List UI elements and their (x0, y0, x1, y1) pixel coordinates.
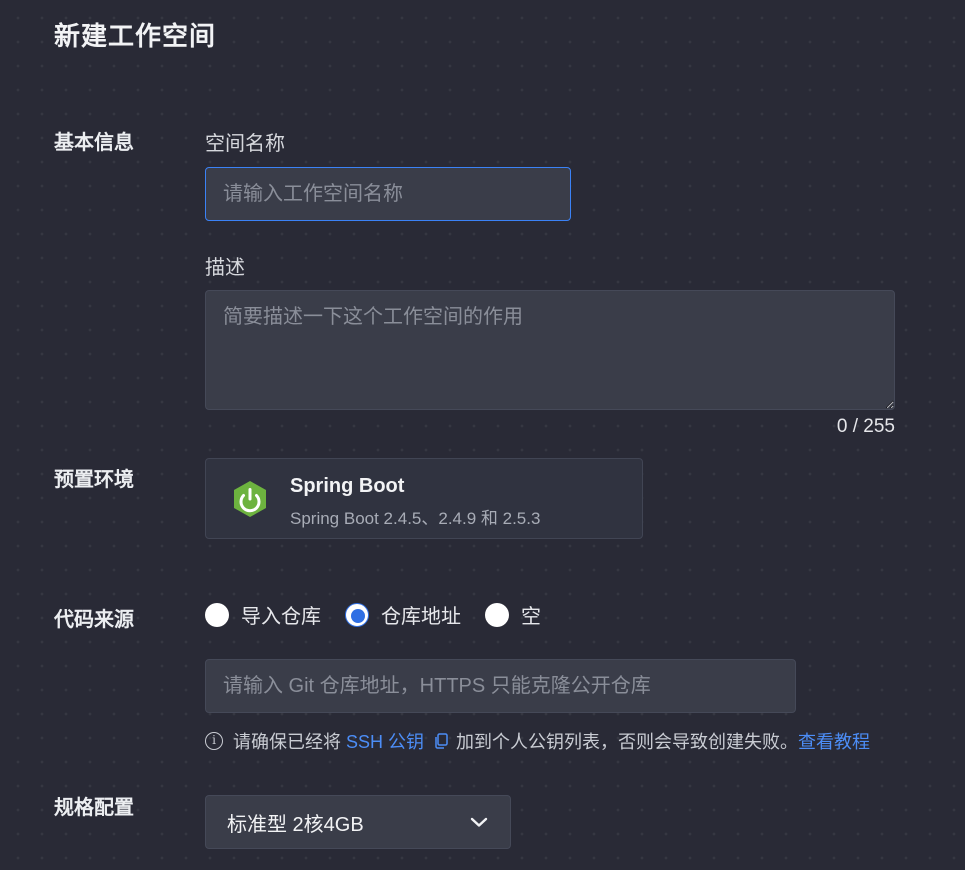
hint-suffix: 加到个人公钥列表，否则会导致创建失败。 (456, 732, 799, 752)
workspace-name-label: 空间名称 (205, 133, 285, 155)
spring-boot-power-icon (234, 481, 266, 517)
ssh-key-hint: i 请确保已经将 SSH 公钥 加到个人公钥列表，否则会导致创建失败。 查看教程 (205, 728, 870, 754)
radio-circle-empty[interactable] (485, 602, 509, 627)
page-title: 新建工作空间 (54, 21, 217, 51)
radio-import-repo[interactable]: 导入仓库 (205, 600, 321, 629)
radio-label-empty: 空 (521, 606, 541, 628)
env-card-title: Spring Boot (290, 475, 405, 497)
workspace-name-input[interactable] (205, 167, 571, 221)
repo-url-input[interactable] (205, 659, 796, 713)
radio-empty[interactable]: 空 (485, 600, 541, 629)
env-card-spring-boot[interactable]: Spring Boot Spring Boot 2.4.5、2.4.9 和 2.… (205, 458, 643, 539)
radio-circle-import-repo[interactable] (205, 602, 229, 627)
tutorial-link[interactable]: 查看教程 (798, 728, 870, 754)
description-textarea[interactable] (205, 290, 895, 410)
copy-icon[interactable] (434, 733, 448, 749)
spec-select[interactable]: 标准型 2核4GB (205, 795, 511, 849)
code-source-radio-group: 导入仓库 仓库地址 空 (205, 600, 565, 629)
radio-circle-repo-url[interactable] (345, 602, 369, 627)
hint-prefix: 请确保已经将 (233, 732, 341, 752)
ssh-key-link[interactable]: SSH 公钥 (346, 728, 424, 754)
radio-label-repo-url: 仓库地址 (381, 606, 461, 628)
section-label-preset-env: 预置环境 (54, 469, 134, 491)
info-icon: i (205, 732, 223, 750)
section-label-spec: 规格配置 (54, 797, 134, 819)
spec-select-value: 标准型 2核4GB (227, 813, 364, 836)
description-counter: 0 / 255 (836, 416, 895, 437)
chevron-down-icon (470, 817, 488, 827)
radio-label-import-repo: 导入仓库 (241, 606, 321, 628)
section-label-basic-info: 基本信息 (54, 132, 134, 154)
env-card-versions: Spring Boot 2.4.5、2.4.9 和 2.5.3 (290, 509, 541, 528)
radio-repo-url[interactable]: 仓库地址 (345, 600, 461, 629)
section-label-code-source: 代码来源 (54, 609, 134, 631)
description-label: 描述 (205, 257, 245, 279)
